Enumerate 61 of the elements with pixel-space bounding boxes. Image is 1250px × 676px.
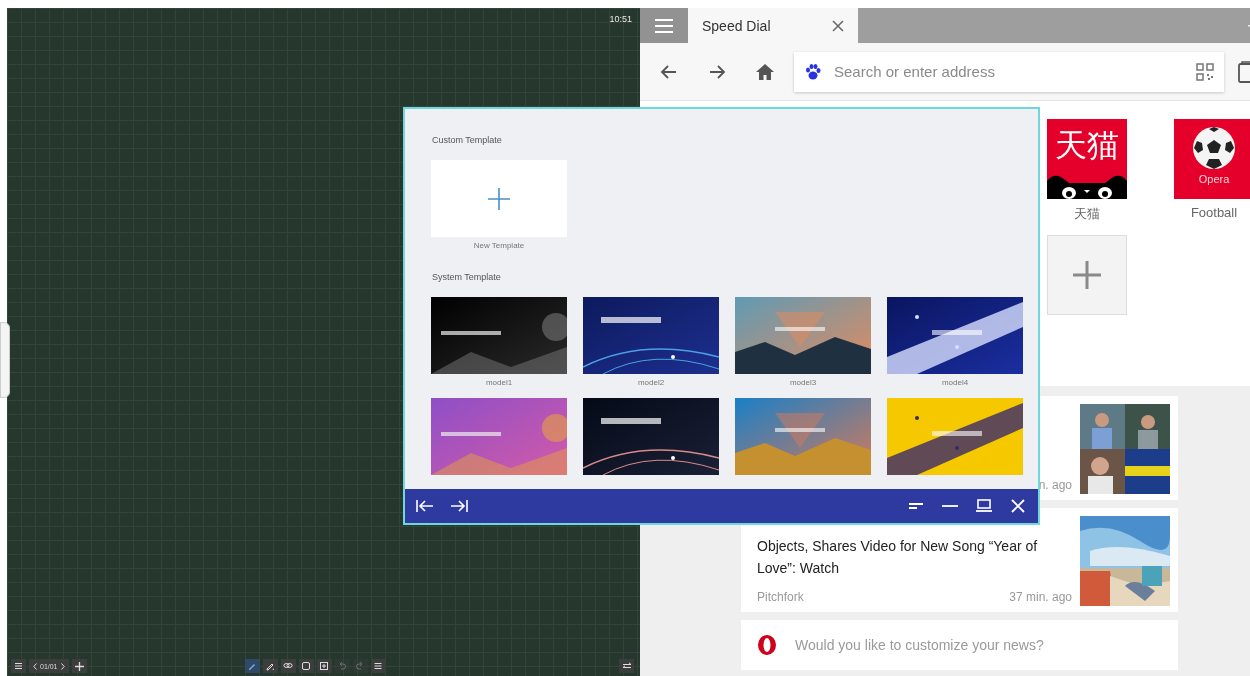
- browser-tab[interactable]: Speed Dial: [688, 8, 858, 43]
- minimize-icon: [942, 505, 958, 507]
- template-caption: model4: [941, 378, 969, 387]
- article-time: 37 min. ago: [1009, 590, 1072, 604]
- paw-icon: [804, 62, 822, 81]
- dock-left-icon: [416, 498, 434, 514]
- pen-button[interactable]: [244, 659, 260, 673]
- pencil-icon: [265, 661, 276, 671]
- menu-icon: [654, 17, 674, 34]
- home-icon: [755, 61, 775, 82]
- plus-icon: [1073, 261, 1101, 289]
- tile-logo-text: Opera: [1198, 173, 1230, 185]
- maximize-icon: [975, 498, 993, 514]
- template-caption: model2: [637, 378, 665, 387]
- shape-button[interactable]: [298, 659, 314, 673]
- soccer-ball-icon: [1191, 125, 1237, 171]
- menu-icon: [14, 662, 23, 670]
- square-icon: [301, 661, 312, 671]
- plus-icon: [74, 661, 84, 671]
- address-field[interactable]: Search or enter address: [794, 51, 1224, 92]
- side-handle[interactable]: [0, 322, 10, 398]
- address-input[interactable]: Search or enter address: [832, 62, 1186, 81]
- prompt-text: Would you like to customize your news?: [795, 637, 1044, 653]
- template-caption: model3: [789, 378, 817, 387]
- tile-label: 天猫: [1074, 205, 1100, 223]
- close-icon[interactable]: [832, 19, 844, 32]
- lasso-button[interactable]: [280, 659, 296, 673]
- section-title: System Template: [432, 272, 502, 282]
- section-title: Custom Template: [432, 135, 503, 145]
- football-tile[interactable]: Opera: [1174, 119, 1250, 199]
- swap-button[interactable]: [619, 659, 634, 673]
- plus-icon: [488, 187, 510, 210]
- add-box-button[interactable]: [316, 659, 332, 673]
- lasso-icon: [283, 661, 294, 671]
- dash-icon: [1248, 24, 1250, 27]
- dock-right-icon: [450, 498, 468, 514]
- chevron-right-icon[interactable]: [60, 662, 65, 670]
- add-tile[interactable]: [1047, 235, 1127, 315]
- clock: 10:51: [609, 14, 632, 24]
- menu-icon: [373, 661, 384, 671]
- template-caption: model1: [485, 378, 513, 387]
- article-title[interactable]: Objects, Shares Video for New Song “Year of Love”: Watch: [757, 535, 1072, 579]
- menu-button[interactable]: [370, 659, 386, 673]
- close-icon: [1009, 498, 1027, 514]
- article-time: n. ago: [1038, 478, 1072, 492]
- menu-button[interactable]: [11, 659, 26, 673]
- tabs-icon[interactable]: [1238, 60, 1250, 83]
- tmall-tile[interactable]: 天猫: [1047, 119, 1127, 199]
- undo-icon: [337, 661, 348, 671]
- tile-logo-text: 天猫: [1055, 126, 1119, 165]
- add-box-icon: [319, 661, 330, 671]
- swap-icon: [621, 662, 632, 670]
- article-source: Pitchfork: [757, 590, 804, 604]
- add-page-button[interactable]: [71, 659, 87, 673]
- tile-label: Football: [1190, 205, 1238, 220]
- template-caption: New Template: [473, 241, 525, 250]
- pencil-button[interactable]: [262, 659, 278, 673]
- qr-code-icon[interactable]: [1196, 62, 1214, 81]
- pen-icon: [247, 661, 258, 671]
- chevron-left-icon[interactable]: [33, 662, 37, 670]
- opera-logo-icon: [757, 634, 777, 656]
